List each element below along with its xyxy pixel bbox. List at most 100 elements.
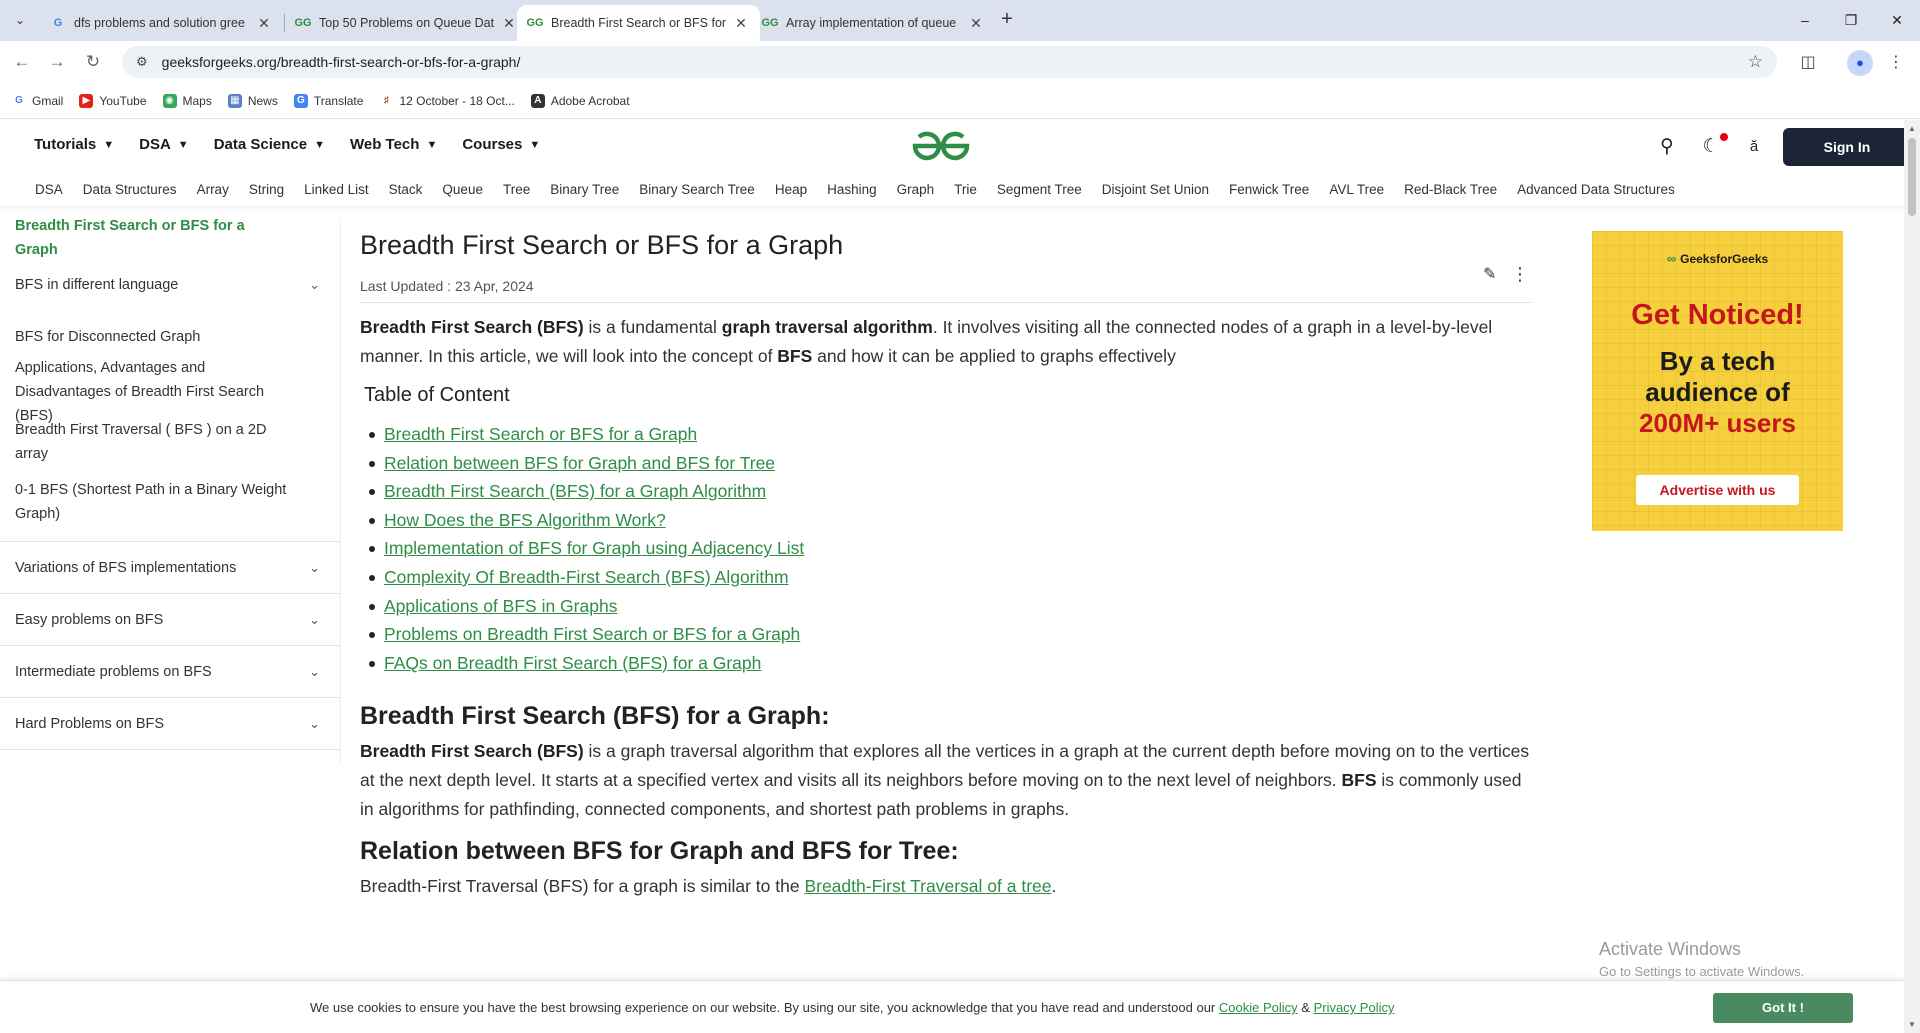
subnav-item[interactable]: Array — [197, 182, 229, 197]
close-tab-icon[interactable]: ✕ — [500, 15, 518, 32]
scroll-down-arrow-icon[interactable]: ▼ — [1908, 1020, 1916, 1029]
sidebar-item-intermediate-problems[interactable]: Intermediate problems on BFS ⌄ — [0, 646, 340, 698]
toc-link[interactable]: Relation between BFS for Graph and BFS f… — [384, 453, 775, 473]
subnav-item[interactable]: String — [249, 182, 284, 197]
accept-cookies-button[interactable]: Got It ! — [1713, 993, 1853, 1023]
chevron-down-icon[interactable]: ⌄ — [309, 556, 320, 580]
subnav-item[interactable]: Binary Tree — [550, 182, 619, 197]
page-scrollbar[interactable]: ▲ ▼ — [1904, 120, 1920, 1033]
subnav-item[interactable]: Queue — [442, 182, 483, 197]
bookmark-youtube[interactable]: ▶ YouTube — [79, 93, 147, 108]
minimize-icon[interactable]: – — [1790, 8, 1820, 32]
nav-tutorials[interactable]: Tutorials ▼ — [34, 136, 114, 153]
nav-courses[interactable]: Courses ▼ — [462, 136, 540, 153]
back-icon[interactable]: ← — [10, 50, 34, 74]
sidebar-item-label: Hard Problems on BFS — [15, 715, 165, 732]
nav-data-science[interactable]: Data Science ▼ — [214, 136, 325, 153]
nav-web-tech[interactable]: Web Tech ▼ — [350, 136, 437, 153]
chevron-down-icon[interactable]: ⌄ — [309, 660, 320, 684]
edit-pencil-icon[interactable]: ✎ — [1483, 264, 1496, 284]
tab-search-chevron-icon[interactable]: ⌄ — [8, 8, 32, 32]
subnav-item[interactable]: Disjoint Set Union — [1102, 182, 1209, 197]
gfg-logo[interactable] — [910, 129, 972, 163]
bookmark-acrobat[interactable]: A Adobe Acrobat — [530, 93, 630, 108]
sidebar-item-bfs-disconnected[interactable]: BFS for Disconnected Graph — [0, 312, 340, 362]
bookmark-gmail[interactable]: G Gmail — [12, 93, 63, 108]
more-options-icon[interactable]: ⋮ — [1511, 264, 1529, 285]
subnav-item[interactable]: DSA — [35, 182, 63, 197]
bookmark-maps[interactable]: ◉ Maps — [162, 93, 212, 108]
browser-tab[interactable]: G dfs problems and solution gree ✕ — [40, 5, 283, 41]
subnav-item[interactable]: Trie — [954, 182, 977, 197]
browser-tab[interactable]: GG Top 50 Problems on Queue Dat ✕ — [285, 5, 528, 41]
scrollbar-thumb[interactable] — [1908, 138, 1916, 216]
site-info-icon[interactable]: ⚙ — [136, 54, 148, 70]
toc-link[interactable]: FAQs on Breadth First Search (BFS) for a… — [384, 653, 761, 673]
subnav-item[interactable]: Heap — [775, 182, 807, 197]
browser-menu-icon[interactable]: ⋮ — [1883, 50, 1909, 76]
toc-link[interactable]: How Does the BFS Algorithm Work? — [384, 510, 666, 530]
toc-link[interactable]: Implementation of BFS for Graph using Ad… — [384, 538, 804, 558]
close-tab-icon[interactable]: ✕ — [255, 15, 273, 32]
sidebar-item-bfs-variations[interactable]: Variations of BFS implementations ⌄ — [0, 542, 340, 594]
toc-link[interactable]: Breadth First Search or BFS for a Graph — [384, 424, 697, 444]
new-tab-button[interactable]: + — [995, 8, 1019, 32]
close-tab-icon[interactable]: ✕ — [967, 15, 985, 32]
subnav-item[interactable]: Data Structures — [83, 182, 177, 197]
privacy-policy-link[interactable]: Privacy Policy — [1314, 1000, 1395, 1015]
forward-icon[interactable]: → — [45, 50, 69, 74]
toc-link[interactable]: Breadth First Search (BFS) for a Graph A… — [384, 481, 766, 501]
maps-icon: ◉ — [162, 93, 177, 108]
translate-icon[interactable]: ă — [1741, 134, 1767, 160]
sign-in-button[interactable]: Sign In — [1783, 128, 1911, 166]
browser-tab[interactable]: GG Array implementation of queue ✕ — [752, 5, 995, 41]
subnav-item[interactable]: Hashing — [827, 182, 877, 197]
subnav-item[interactable]: Red-Black Tree — [1404, 182, 1497, 197]
extensions-icon[interactable]: ◫ — [1795, 50, 1821, 76]
chevron-down-icon[interactable]: ⌄ — [309, 712, 320, 736]
sidebar-item-easy-problems[interactable]: Easy problems on BFS ⌄ — [0, 594, 340, 646]
sidebar-item-0-1-bfs[interactable]: 0-1 BFS (Shortest Path in a Binary Weigh… — [0, 462, 340, 542]
subnav-item[interactable]: Linked List — [304, 182, 369, 197]
bookmark-star-icon[interactable]: ☆ — [1748, 52, 1763, 72]
subnav-item[interactable]: Advanced Data Structures — [1517, 182, 1675, 197]
profile-avatar[interactable]: ● — [1847, 50, 1873, 76]
search-icon[interactable]: ⚲ — [1654, 134, 1680, 160]
subnav-item[interactable]: Tree — [503, 182, 530, 197]
reload-icon[interactable]: ↻ — [81, 50, 105, 74]
bookmark-news[interactable]: ▦ News — [227, 93, 278, 108]
sidebar-item-hard-problems[interactable]: Hard Problems on BFS ⌄ — [0, 698, 340, 750]
site-header: Tutorials ▼ DSA ▼ Data Science ▼ Web Tech ▼ … — [0, 120, 1904, 172]
sidebar-item-bfs-languages[interactable]: BFS in different language ⌄ — [0, 258, 340, 312]
section-heading-relation: Relation between BFS for Graph and BFS f… — [360, 837, 959, 865]
section-paragraph: Breadth First Search (BFS) is a graph tr… — [360, 737, 1532, 824]
subnav-item[interactable]: Stack — [389, 182, 423, 197]
sidebar-item-label: Breadth First Search or BFS for a Graph — [15, 218, 245, 258]
inline-link[interactable]: Breadth-First Traversal of a tree — [804, 876, 1051, 896]
nav-dsa[interactable]: DSA ▼ — [139, 136, 189, 153]
sidebar-item-bfs-graph[interactable]: Breadth First Search or BFS for a Graph — [0, 218, 340, 258]
sidebar-item-bfs-applications[interactable]: Applications, Advantages and Disadvantag… — [0, 360, 340, 424]
subnav-item[interactable]: Fenwick Tree — [1229, 182, 1309, 197]
subnav-item[interactable]: Segment Tree — [997, 182, 1082, 197]
scroll-up-arrow-icon[interactable]: ▲ — [1908, 124, 1916, 133]
subnav-item[interactable]: Binary Search Tree — [639, 182, 755, 197]
address-bar[interactable]: ⚙ geeksforgeeks.org/breadth-first-search… — [122, 46, 1777, 78]
close-window-icon[interactable]: ✕ — [1882, 8, 1912, 32]
sidebar-item-bfs-2d-array[interactable]: Breadth First Traversal ( BFS ) on a 2D … — [0, 422, 340, 462]
toc-link[interactable]: Problems on Breadth First Search or BFS … — [384, 624, 800, 644]
subnav-item[interactable]: Graph — [897, 182, 935, 197]
cookie-policy-link[interactable]: Cookie Policy — [1219, 1000, 1298, 1015]
bookmark-calendar[interactable]: ♯ 12 October - 18 Oct... — [379, 93, 515, 108]
toc-link[interactable]: Applications of BFS in Graphs — [384, 596, 617, 616]
browser-tab-active[interactable]: GG Breadth First Search or BFS for ✕ — [517, 5, 760, 41]
advertisement-banner[interactable]: ∞ GeeksforGeeks Get Noticed! By a tech au… — [1592, 231, 1843, 531]
advertise-button[interactable]: Advertise with us — [1636, 475, 1799, 505]
bookmark-translate[interactable]: G Translate — [293, 93, 363, 108]
restore-icon[interactable]: ❐ — [1836, 8, 1866, 32]
close-tab-icon[interactable]: ✕ — [732, 15, 750, 32]
toc-link[interactable]: Complexity Of Breadth-First Search (BFS)… — [384, 567, 789, 587]
chevron-down-icon[interactable]: ⌄ — [309, 608, 320, 632]
subnav-item[interactable]: AVL Tree — [1329, 182, 1384, 197]
chevron-down-icon[interactable]: ⌄ — [309, 273, 320, 297]
